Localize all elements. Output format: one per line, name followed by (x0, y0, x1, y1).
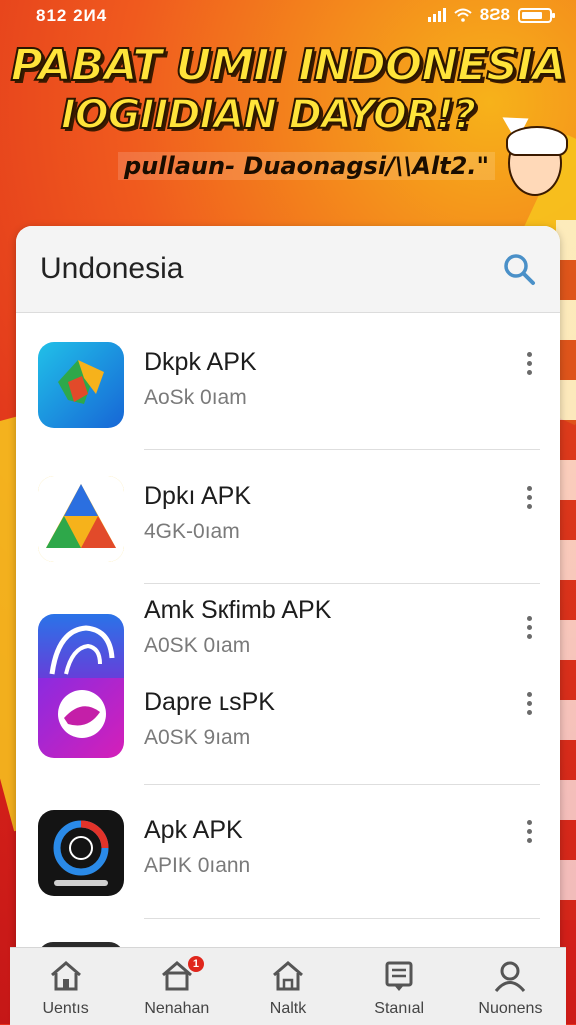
promo-banner: PABAT UMII INDONESIA IOGIIDIAN DAYOR!? p… (0, 30, 576, 225)
app-name: Dapre ʟsPK (144, 688, 275, 716)
divider (144, 583, 540, 584)
home-icon (50, 961, 81, 991)
more-options-icon[interactable] (524, 616, 534, 642)
battery-text: 8Ƨ8 (479, 5, 510, 24)
more-options-icon[interactable] (524, 486, 534, 512)
divider (144, 449, 540, 450)
dark-ring-app-icon (38, 810, 124, 896)
banner-title-line2: IOGIIDIAN DAYOR!? (60, 91, 477, 139)
nav-label: Nenahan (144, 1000, 210, 1017)
app-list-card: Undonesia Dkpk APK AoЅk 0ıam Dpkı APK 4G… (16, 226, 560, 1024)
bottom-navigation: Uentıs 1 Nenahan Naltk Stanıal Nuonens (10, 947, 566, 1025)
profile-icon (495, 961, 526, 992)
green-diamond-app-icon (38, 342, 124, 428)
nav-tab-profile[interactable]: Nuonens (455, 948, 566, 1025)
divider (144, 784, 540, 785)
nav-label: Nuonens (478, 1000, 543, 1017)
list-item[interactable]: Dpkı APK 4GK-0ıam (16, 474, 560, 584)
divider (144, 918, 540, 919)
list-item[interactable]: Amk Sкfimb APK A0ЅK 0ıam (16, 596, 560, 684)
nav-tab-document[interactable]: Stanıal (344, 948, 455, 1025)
app-name: Dkpk APK (144, 348, 257, 376)
signal-icon (427, 8, 446, 22)
nav-tab-house[interactable]: Naltk (232, 948, 343, 1025)
more-options-icon[interactable] (524, 692, 534, 718)
list-item[interactable]: Apk APK APIK 0ıann (16, 808, 560, 918)
list-item[interactable]: Dkpk APK AoЅk 0ıam (16, 340, 560, 450)
mascot-illustration (506, 126, 568, 196)
nav-tab-home[interactable]: Uentıs (10, 948, 121, 1025)
search-bar[interactable]: Undonesia (16, 226, 560, 313)
house-icon (273, 961, 303, 991)
app-name: Amk Sкfimb APK (144, 596, 332, 624)
nav-label: Stanıal (374, 1000, 425, 1017)
status-time: 812 2И4 (36, 6, 108, 25)
nav-label: Naltk (269, 1000, 307, 1017)
notification-badge: 1 (187, 956, 204, 972)
triangle-app-icon (38, 476, 124, 562)
banner-title-line1: PABAT UMII INDONESIA (10, 39, 568, 92)
list-item[interactable]: Dapre ʟsPK A0ЅK 9ıam (16, 676, 560, 786)
blue-bird-app-icon (38, 614, 124, 684)
app-meta: AoЅk 0ıam (144, 386, 247, 409)
app-meta: APIK 0ıann (144, 854, 251, 877)
app-name: Dpkı APK (144, 482, 251, 510)
wifi-icon (454, 8, 472, 22)
app-name: Apk APK (144, 816, 243, 844)
banner-subtitle: pullaun- Duaonagsi/\\Alt2." (118, 152, 495, 180)
app-meta: A0ЅK 0ıam (144, 634, 251, 657)
document-icon (385, 961, 413, 991)
nav-label: Uentıs (42, 1000, 89, 1017)
status-bar: 812 2И4 8Ƨ8 (0, 0, 576, 30)
app-meta: 4GK-0ıam (144, 520, 240, 543)
search-icon[interactable] (502, 252, 536, 286)
more-options-icon[interactable] (524, 352, 534, 378)
purple-swirl-app-icon (38, 678, 124, 758)
battery-icon (518, 7, 555, 23)
app-meta: A0ЅK 9ıam (144, 726, 251, 749)
search-input[interactable]: Undonesia (40, 252, 183, 286)
more-options-icon[interactable] (524, 820, 534, 846)
nav-tab-inbox[interactable]: 1 Nenahan (121, 948, 232, 1025)
